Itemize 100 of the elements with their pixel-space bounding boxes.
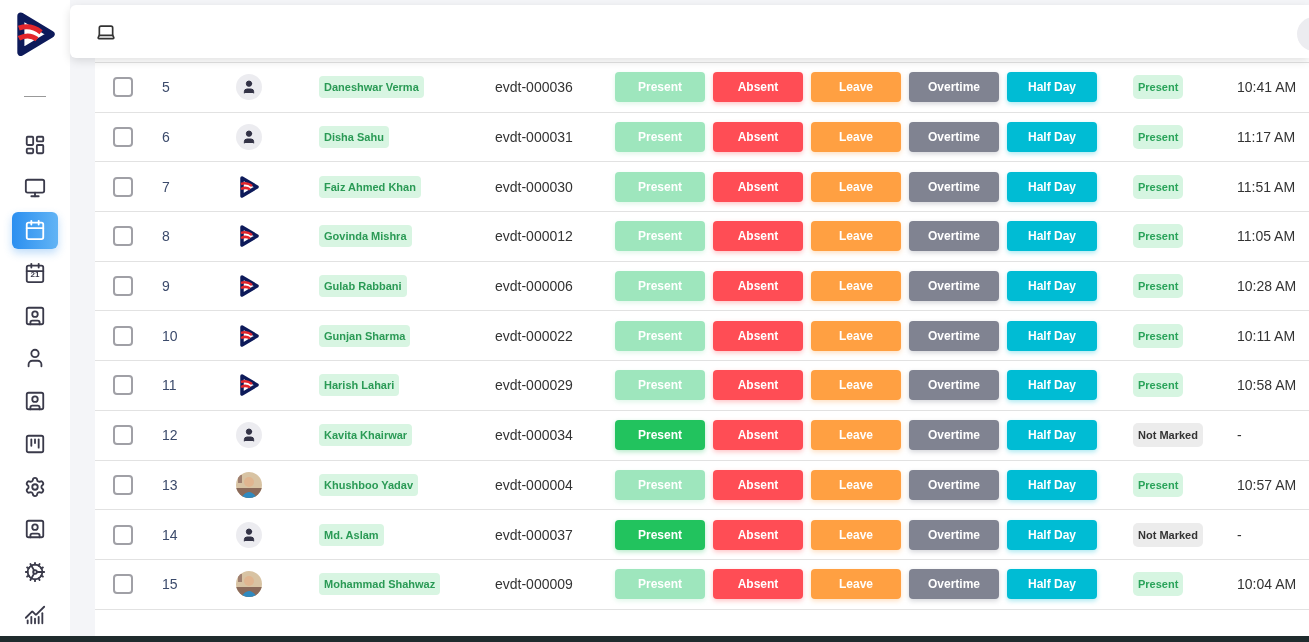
attendance-button[interactable]: Present (615, 271, 705, 302)
attendance-button[interactable]: Absent (713, 221, 803, 252)
dashboard-icon (24, 133, 46, 156)
attendance-button[interactable]: Overtime (909, 271, 999, 302)
attendance-button[interactable]: Absent (713, 320, 803, 351)
attendance-button[interactable]: Leave (811, 569, 901, 600)
attendance-button[interactable]: Present (615, 469, 705, 500)
status-badge: Present (1133, 224, 1184, 249)
row-checkbox[interactable] (113, 375, 133, 396)
attendance-button[interactable]: Leave (811, 519, 901, 550)
attendance-button[interactable]: Half Day (1007, 320, 1097, 351)
attendance-button[interactable]: Overtime (909, 370, 999, 401)
employee-name: Harish Lahari (319, 374, 400, 397)
attendance-button[interactable]: Overtime (909, 122, 999, 153)
attendance-button[interactable]: Absent (713, 519, 803, 550)
attendance-button[interactable]: Half Day (1007, 171, 1097, 202)
time-cell: - (1237, 526, 1242, 543)
row-checkbox[interactable] (113, 524, 133, 545)
attendance-button[interactable]: Present (615, 370, 705, 401)
attendance-button[interactable]: Overtime (909, 221, 999, 252)
row-number: 15 (162, 576, 179, 593)
attendance-button[interactable]: Leave (811, 72, 901, 103)
employee-name: Govinda Mishra (319, 225, 412, 248)
row-checkbox[interactable] (113, 77, 133, 98)
employee-name: Gunjan Sharma (319, 324, 411, 347)
status-badge: Not Marked (1133, 423, 1203, 448)
status-badge: Present (1133, 373, 1184, 398)
chart-icon (24, 603, 46, 626)
attendance-button[interactable]: Leave (811, 122, 901, 153)
attendance-button[interactable]: Present (615, 569, 705, 600)
attendance-button[interactable]: Present (615, 519, 705, 550)
attendance-button[interactable]: Leave (811, 221, 901, 252)
row-number: 10 (162, 327, 179, 344)
employee-id: evdt-000030 (495, 178, 574, 195)
employee-id: evdt-000006 (495, 278, 574, 295)
calendar-icon (24, 261, 46, 284)
attendance-button[interactable]: Half Day (1007, 569, 1097, 600)
attendance-button[interactable]: Half Day (1007, 469, 1097, 500)
attendance-button[interactable]: Overtime (909, 469, 999, 500)
row-checkbox[interactable] (113, 176, 133, 197)
attendance-button[interactable]: Half Day (1007, 221, 1097, 252)
attendance-button[interactable]: Absent (713, 271, 803, 302)
employee-name: Khushboo Yadav (319, 473, 419, 496)
time-cell: 11:51 AM (1237, 178, 1296, 195)
attendance-button[interactable]: Present (615, 320, 705, 351)
attendance-button[interactable]: Overtime (909, 569, 999, 600)
row-number: 6 (162, 129, 171, 146)
contact-card-icon (24, 304, 46, 327)
attendance-button[interactable]: Present (615, 420, 705, 451)
attendance-button[interactable]: Overtime (909, 320, 999, 351)
attendance-button[interactable]: Overtime (909, 72, 999, 103)
employee-id: evdt-000037 (495, 526, 574, 543)
employee-id: evdt-000036 (495, 79, 574, 96)
row-checkbox[interactable] (113, 127, 133, 148)
attendance-button[interactable]: Leave (811, 320, 901, 351)
row-checkbox[interactable] (113, 425, 133, 446)
sidebar-item[interactable]: 21 (12, 254, 58, 292)
employee-name: Gulab Rabbani (319, 275, 407, 298)
status-badge: Present (1133, 472, 1184, 497)
row-checkbox[interactable] (113, 474, 133, 495)
time-cell: 10:41 AM (1237, 79, 1297, 96)
attendance-button[interactable]: Present (615, 171, 705, 202)
attendance-button[interactable]: Half Day (1007, 370, 1097, 401)
logo-avatar-icon (238, 225, 260, 248)
time-cell: - (1237, 427, 1242, 444)
avatar-icon (236, 124, 262, 151)
attendance-button[interactable]: Absent (713, 420, 803, 451)
time-cell: 11:17 AM (1237, 129, 1296, 146)
attendance-button[interactable]: Leave (811, 171, 901, 202)
employee-name: Faiz Ahmed Khan (319, 175, 421, 198)
attendance-button[interactable]: Absent (713, 122, 803, 153)
attendance-button[interactable]: Half Day (1007, 519, 1097, 550)
attendance-button[interactable]: Overtime (909, 171, 999, 202)
attendance-button[interactable]: Overtime (909, 519, 999, 550)
row-number: 11 (162, 377, 178, 394)
row-checkbox[interactable] (113, 276, 133, 297)
attendance-button[interactable]: Present (615, 122, 705, 153)
attendance-button[interactable]: Absent (713, 370, 803, 401)
row-checkbox[interactable] (113, 226, 133, 247)
attendance-button[interactable]: Absent (713, 569, 803, 600)
row-number: 8 (162, 228, 171, 245)
attendance-button[interactable]: Leave (811, 469, 901, 500)
attendance-button[interactable]: Leave (811, 370, 901, 401)
attendance-button[interactable]: Half Day (1007, 420, 1097, 451)
attendance-button[interactable]: Half Day (1007, 122, 1097, 153)
attendance-button[interactable]: Present (615, 72, 705, 103)
attendance-button[interactable]: Half Day (1007, 72, 1097, 103)
attendance-button[interactable]: Half Day (1007, 271, 1097, 302)
employee-id: evdt-000022 (495, 327, 574, 344)
attendance-button[interactable]: Leave (811, 420, 901, 451)
attendance-button[interactable]: Leave (811, 271, 901, 302)
attendance-button[interactable]: Absent (713, 469, 803, 500)
employee-name: Md. Aslam (319, 523, 384, 546)
attendance-button[interactable]: Present (615, 221, 705, 252)
attendance-button[interactable]: Absent (713, 72, 803, 103)
row-checkbox[interactable] (113, 574, 133, 595)
attendance-button[interactable]: Overtime (909, 420, 999, 451)
attendance-button[interactable]: Absent (713, 171, 803, 202)
row-checkbox[interactable] (113, 325, 133, 346)
row-number: 13 (162, 476, 179, 493)
